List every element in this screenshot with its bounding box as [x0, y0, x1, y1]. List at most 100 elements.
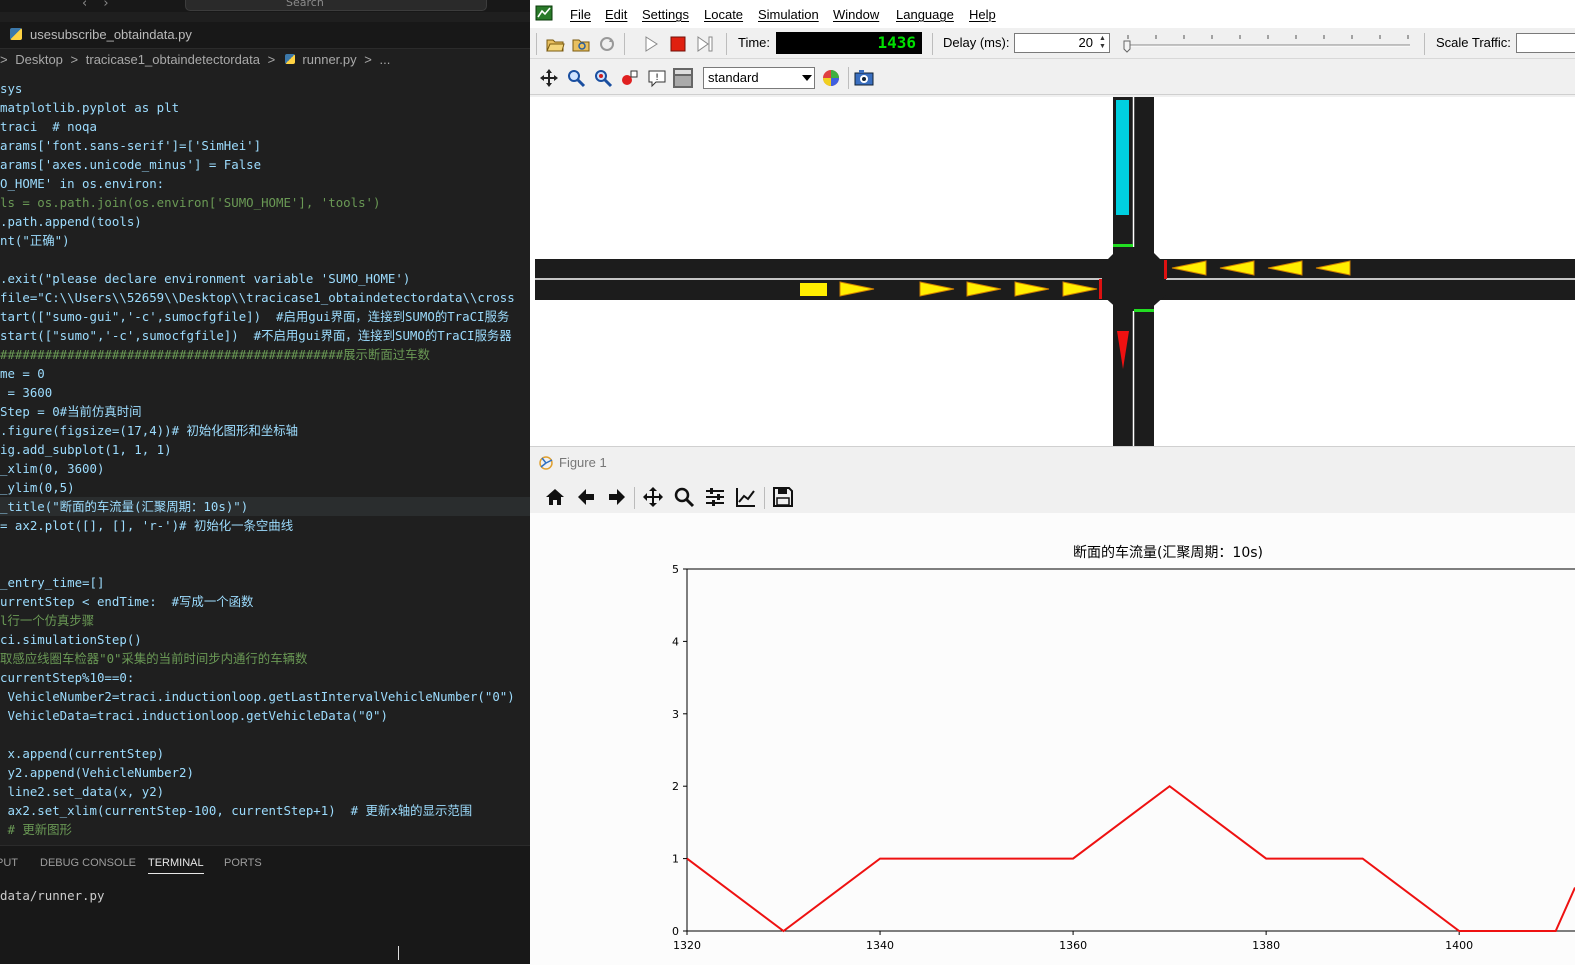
locate-icon[interactable] — [592, 67, 614, 89]
network-view[interactable] — [530, 97, 1575, 446]
configure-subplots-icon[interactable] — [704, 486, 726, 508]
code-line[interactable]: ig.add_subplot(1, 1, 1) — [0, 440, 530, 459]
menu-window[interactable]: Window — [833, 7, 879, 22]
back-arrow-icon[interactable] — [575, 486, 597, 508]
code-line[interactable]: urrentStep < endTime: #写成一个函数 — [0, 592, 530, 611]
tab-debug-console[interactable]: DEBUG CONSOLE — [40, 857, 136, 869]
delay-input[interactable]: 20 ▲▼ — [1014, 33, 1110, 53]
edit-menu-icon[interactable] — [672, 67, 694, 89]
color-wheel-icon[interactable] — [820, 67, 842, 89]
tab-ports[interactable]: PORTS — [224, 857, 262, 869]
code-line[interactable] — [0, 250, 530, 269]
forward-arrow-icon[interactable] — [606, 486, 628, 508]
home-icon[interactable] — [544, 486, 566, 508]
code-line[interactable]: VehicleData=traci.inductionloop.getVehic… — [0, 706, 530, 725]
code-line[interactable]: ########################################… — [0, 345, 530, 364]
code-line[interactable]: Step = 0#当前仿真时间 — [0, 402, 530, 421]
code-line[interactable] — [0, 554, 530, 573]
code-line[interactable]: ax2.set_xlim(currentStep-100, currentSte… — [0, 801, 530, 820]
open-folder-icon[interactable] — [544, 33, 566, 55]
code-editor[interactable]: sysmatplotlib.pyplot as plttraci # noqaa… — [0, 79, 530, 839]
breadcrumb-file[interactable]: runner.py — [302, 52, 356, 67]
editor-tab[interactable]: usesubscribe_obtaindata.py — [0, 22, 530, 49]
code-line[interactable]: me = 0 — [0, 364, 530, 383]
menu-file[interactable]: File — [570, 7, 591, 22]
code-line[interactable]: line2.set_data(x, y2) — [0, 782, 530, 801]
code-line[interactable]: _xlim(0, 3600) — [0, 459, 530, 478]
y-tick-label: 4 — [672, 635, 679, 648]
message-icon[interactable]: ! — [646, 67, 668, 89]
svg-text:!: ! — [655, 73, 659, 83]
recenter-icon[interactable] — [538, 67, 560, 89]
code-line[interactable]: ls = os.path.join(os.environ['SUMO_HOME'… — [0, 193, 530, 212]
terminal-output[interactable]: data/runner.py — [0, 888, 104, 903]
code-line[interactable]: nt("正确") — [0, 231, 530, 250]
play-icon[interactable] — [640, 33, 662, 55]
tab-output[interactable]: PUT — [0, 857, 18, 869]
code-line[interactable]: .exit("please declare environment variab… — [0, 269, 530, 288]
x-tick-label: 1320 — [673, 939, 701, 952]
breadcrumb-desktop[interactable]: Desktop — [15, 52, 63, 67]
menu-bar: File Edit Settings Locate Simulation Win… — [530, 0, 1575, 28]
code-line[interactable] — [0, 535, 530, 554]
code-line[interactable]: _entry_time=[] — [0, 573, 530, 592]
x-tick-label: 1380 — [1252, 939, 1280, 952]
code-line[interactable]: tart(["sumo-gui",'-c',sumocfgfile]) #启用g… — [0, 307, 530, 326]
menu-help[interactable]: Help — [969, 7, 996, 22]
breadcrumb-folder[interactable]: tracicase1_obtaindetectordata — [86, 52, 260, 67]
menu-settings[interactable]: Settings — [642, 7, 689, 22]
code-line[interactable]: VehicleNumber2=traci.inductionloop.getLa… — [0, 687, 530, 706]
nav-arrows[interactable]: ‹ › — [82, 0, 115, 11]
breakpoint-icon[interactable] — [619, 67, 641, 89]
screenshot-icon[interactable] — [853, 67, 875, 89]
color-scheme-select[interactable]: standard — [703, 67, 815, 89]
tab-terminal[interactable]: TERMINAL — [148, 857, 204, 874]
save-icon[interactable] — [772, 486, 794, 508]
stop-icon[interactable] — [667, 33, 689, 55]
code-line[interactable]: currentStep%10==0: — [0, 668, 530, 687]
code-line[interactable]: file="C:\\Users\\52659\\Desktop\\tracica… — [0, 288, 530, 307]
reload-icon[interactable] — [596, 33, 618, 55]
menu-simulation[interactable]: Simulation — [758, 7, 819, 22]
code-line[interactable]: = 3600 — [0, 383, 530, 402]
code-line[interactable]: O_HOME' in os.environ: — [0, 174, 530, 193]
code-line[interactable]: arams['font.sans-serif']=['SimHei'] — [0, 136, 530, 155]
code-line[interactable]: 取感应线圈车检器"0"采集的当前时间步内通行的车辆数 — [0, 649, 530, 668]
vscode-titlebar: ‹ › Search — [0, 0, 530, 12]
code-line[interactable]: sys — [0, 79, 530, 98]
code-line[interactable]: l行一个仿真步骤 — [0, 611, 530, 630]
code-line[interactable]: # 更新图形 — [0, 820, 530, 839]
y-tick-label: 1 — [672, 853, 679, 866]
code-line[interactable]: .figure(figsize=(17,4))# 初始化图形和坐标轴 — [0, 421, 530, 440]
scale-traffic-input[interactable] — [1516, 33, 1575, 53]
zoom-icon[interactable] — [673, 486, 695, 508]
reload-folder-icon[interactable] — [570, 33, 592, 55]
code-line[interactable]: y2.append(VehicleNumber2) — [0, 763, 530, 782]
step-icon[interactable] — [694, 33, 716, 55]
code-line[interactable]: ci.simulationStep() — [0, 630, 530, 649]
menu-edit[interactable]: Edit — [605, 7, 627, 22]
breadcrumb-more[interactable]: ... — [379, 52, 390, 67]
pan-icon[interactable] — [642, 486, 664, 508]
code-line[interactable]: x.append(currentStep) — [0, 744, 530, 763]
edit-axis-icon[interactable] — [735, 486, 757, 508]
code-line[interactable]: matplotlib.pyplot as plt — [0, 98, 530, 117]
delay-slider[interactable] — [1120, 33, 1415, 55]
code-line[interactable]: arams['axes.unicode_minus'] = False — [0, 155, 530, 174]
code-line[interactable]: _title("断面的车流量(汇聚周期：10s)") — [0, 497, 530, 516]
code-line[interactable]: _ylim(0,5) — [0, 478, 530, 497]
zoom-icon[interactable] — [565, 67, 587, 89]
code-line[interactable]: start(["sumo",'-c',sumocfgfile]) #不启用gui… — [0, 326, 530, 345]
code-line[interactable]: = ax2.plot([], [], 'r-')# 初始化一条空曲线 — [0, 516, 530, 535]
code-line[interactable] — [0, 725, 530, 744]
delay-spinner[interactable]: ▲▼ — [1097, 35, 1108, 51]
code-line[interactable]: .path.append(tools) — [0, 212, 530, 231]
menu-language[interactable]: Language — [896, 7, 954, 22]
figure-canvas[interactable]: 断面的车流量(汇聚周期：10s) 01234513201340136013801… — [530, 513, 1575, 965]
menu-locate[interactable]: Locate — [704, 7, 743, 22]
command-search-box[interactable]: Search — [185, 0, 487, 11]
junction — [1102, 247, 1166, 311]
signal-green-north — [1113, 244, 1133, 247]
code-line[interactable]: traci # noqa — [0, 117, 530, 136]
vehicle-yellow-box — [800, 283, 827, 296]
